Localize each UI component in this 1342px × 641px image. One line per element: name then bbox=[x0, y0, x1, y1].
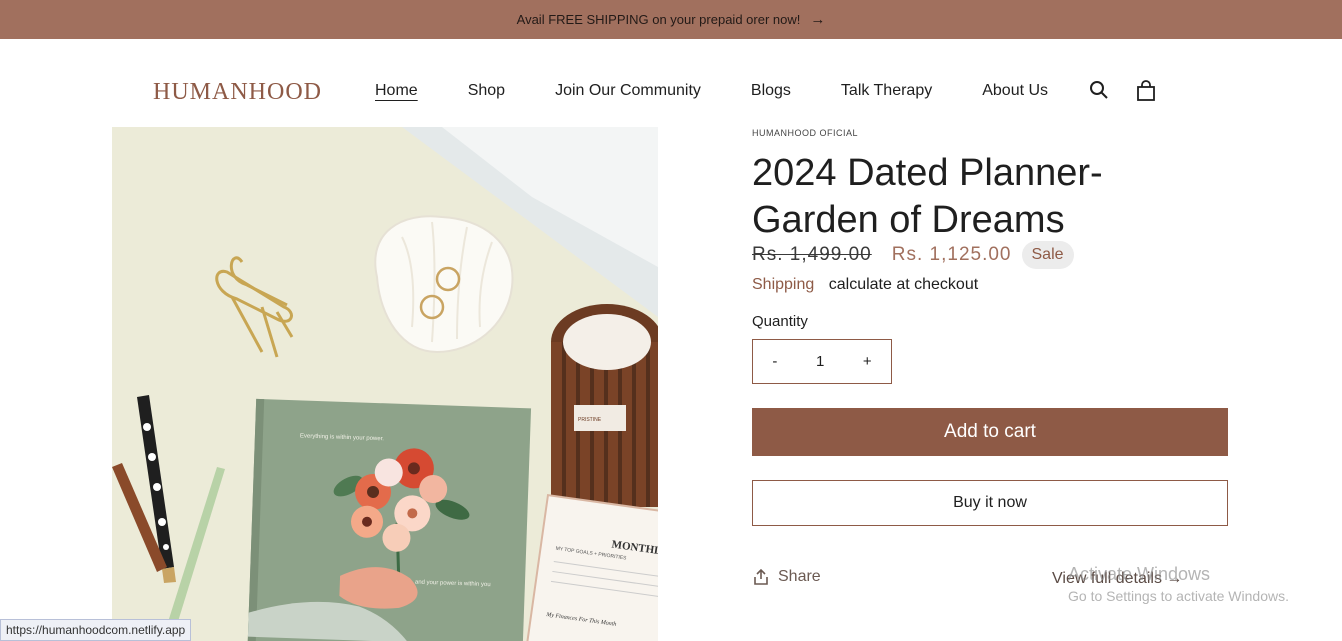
product-title: 2024 Dated Planner- Garden of Dreams bbox=[752, 152, 1103, 241]
share-button[interactable]: Share bbox=[752, 568, 821, 586]
price-original: Rs. 1,499.00 bbox=[752, 244, 872, 265]
nav-home[interactable]: Home bbox=[375, 82, 418, 100]
arrow-right-icon[interactable]: → bbox=[810, 11, 825, 28]
quantity-input[interactable]: 1 bbox=[816, 353, 824, 370]
quantity-increase-button[interactable]: + bbox=[863, 353, 872, 370]
site-header: HUMANHOOD Home Shop Join Our Community B… bbox=[0, 39, 1342, 127]
announcement-text[interactable]: Avail FREE SHIPPING on your prepaid orer… bbox=[517, 12, 801, 27]
nav-join-our-community[interactable]: Join Our Community bbox=[555, 82, 701, 100]
share-icon bbox=[754, 568, 768, 585]
sale-badge: Sale bbox=[1021, 241, 1074, 269]
price-sale: Rs. 1,125.00 bbox=[891, 244, 1012, 265]
quantity-label: Quantity bbox=[752, 313, 808, 330]
add-to-cart-button[interactable]: Add to cart bbox=[752, 408, 1228, 456]
nav-about-us[interactable]: About Us bbox=[982, 82, 1048, 100]
price-row: Rs. 1,499.00 Rs. 1,125.00 Sale bbox=[752, 241, 1074, 269]
watermark-title: Activate Windows bbox=[1068, 564, 1211, 584]
nav-talk-therapy[interactable]: Talk Therapy bbox=[841, 82, 932, 100]
shipping-link[interactable]: Shipping bbox=[752, 276, 814, 293]
product-image[interactable]: PRISTINE Everything is within your power… bbox=[112, 127, 658, 641]
announcement-bar[interactable]: Avail FREE SHIPPING on your prepaid orer… bbox=[0, 0, 1342, 39]
shipping-text: calculate at checkout bbox=[828, 276, 979, 293]
nav-shop[interactable]: Shop bbox=[468, 82, 505, 100]
watermark-subtitle: Go to Settings to activate Windows. bbox=[1068, 588, 1289, 604]
quantity-stepper: - 1 + bbox=[752, 339, 892, 384]
quantity-decrease-button[interactable]: - bbox=[772, 353, 777, 370]
product-vendor: HUMANHOOD OFICIAL bbox=[752, 128, 859, 138]
share-label[interactable]: Share bbox=[778, 568, 821, 586]
buy-it-now-button[interactable]: Buy it now bbox=[752, 480, 1228, 526]
status-bar-url: https://humanhoodcom.netlify.app bbox=[0, 619, 192, 641]
search-icon[interactable] bbox=[1089, 80, 1111, 102]
cart-bag-icon[interactable] bbox=[1135, 80, 1157, 102]
main-nav: Home Shop Join Our Community Blogs Talk … bbox=[375, 82, 1098, 100]
logo[interactable]: HUMANHOOD bbox=[153, 79, 322, 106]
candle-label: PRISTINE bbox=[578, 417, 602, 423]
shipping-row: Shipping calculate at checkout bbox=[752, 276, 978, 294]
nav-blogs[interactable]: Blogs bbox=[751, 82, 791, 100]
